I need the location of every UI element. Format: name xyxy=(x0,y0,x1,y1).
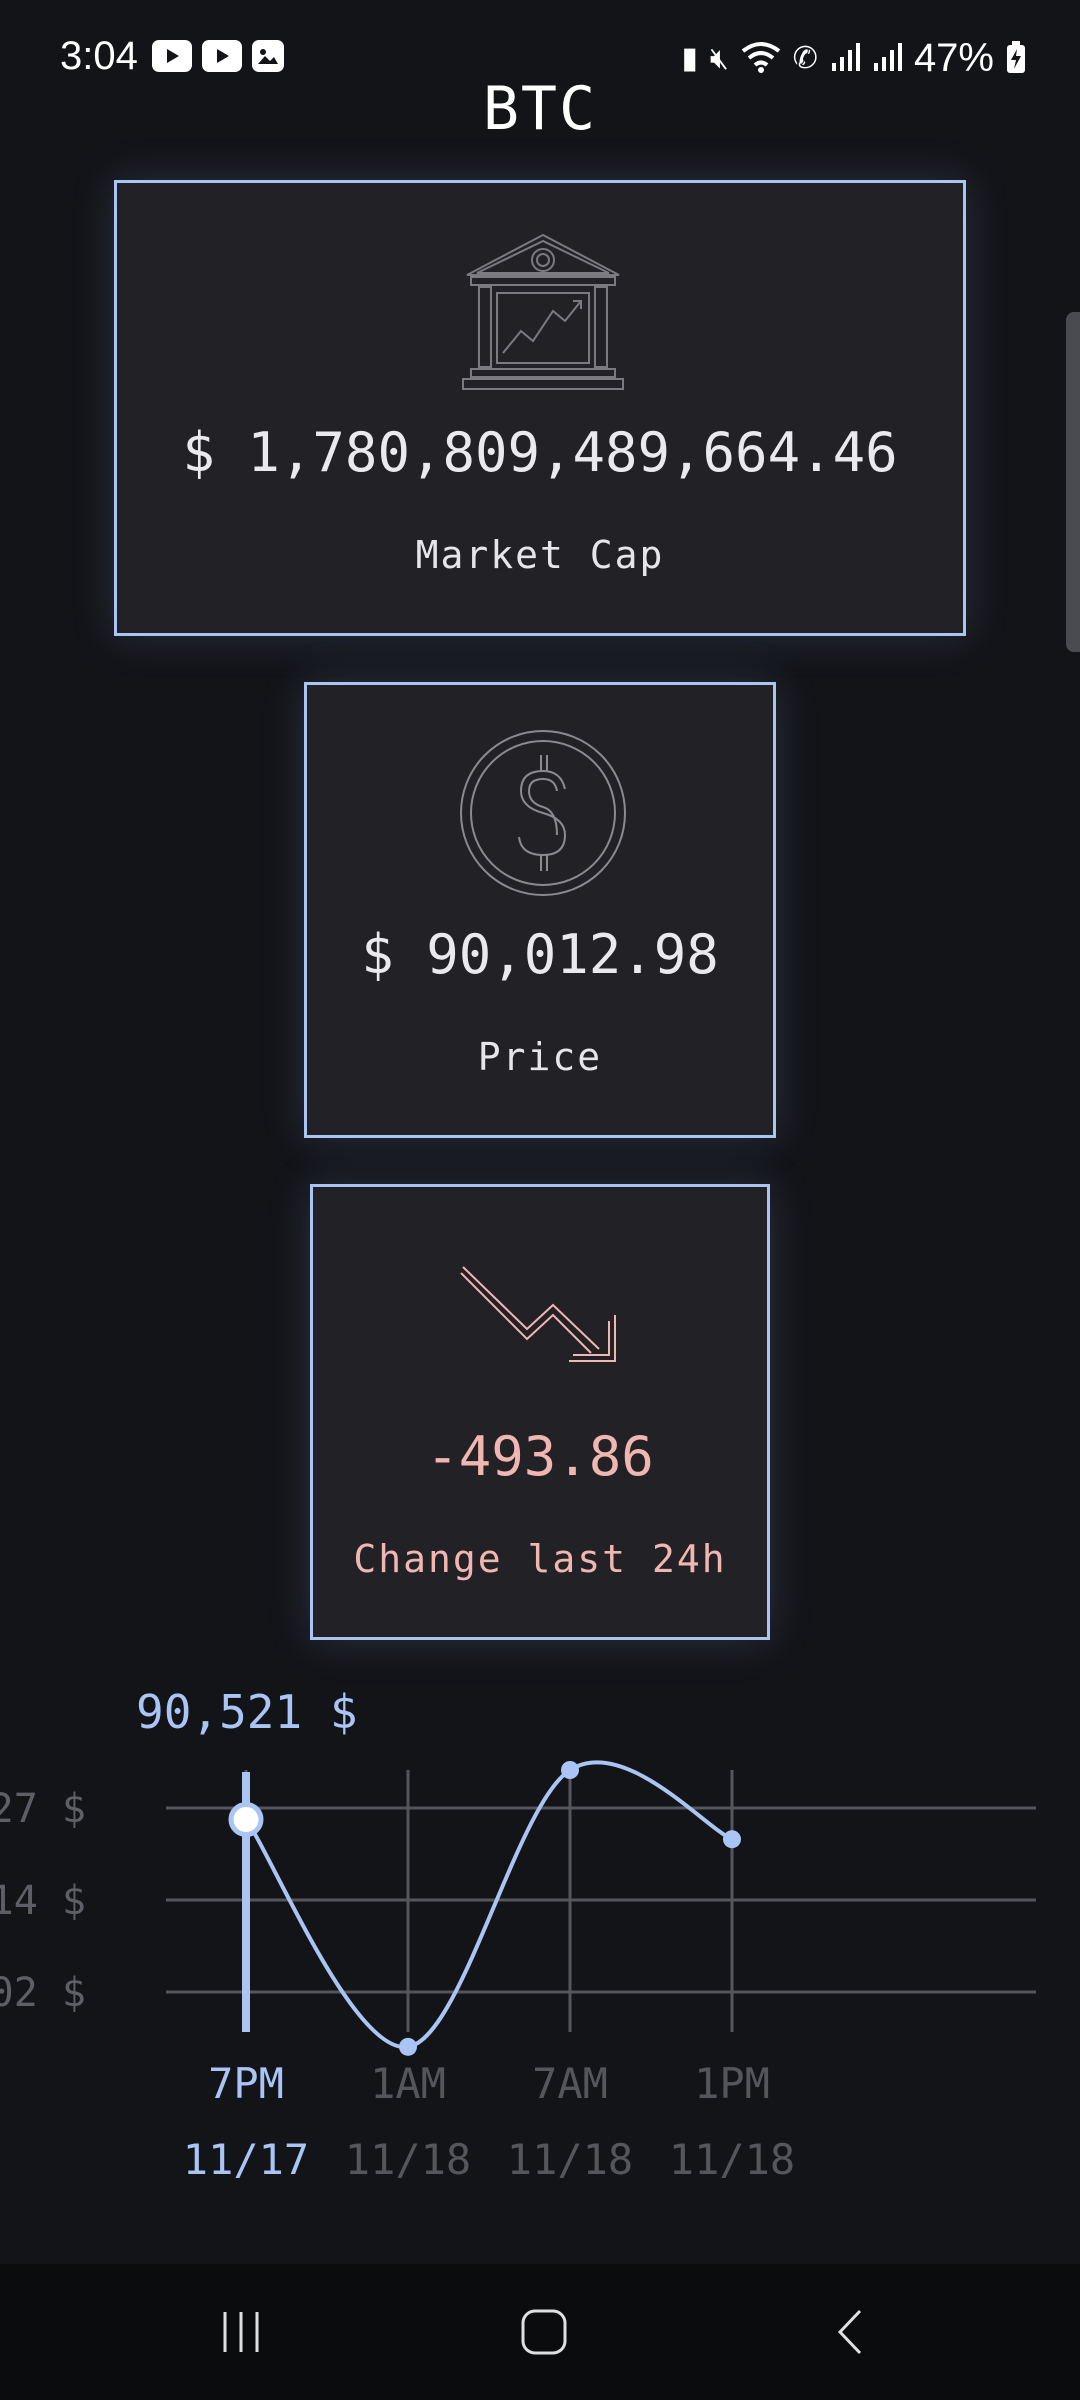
change-label: Change last 24h xyxy=(353,1537,727,1581)
navigation-bar xyxy=(0,2264,1080,2400)
x-tick-date: 11/17 xyxy=(183,2135,309,2184)
x-tick-time: 1AM xyxy=(370,2059,446,2108)
dollar-coin-icon xyxy=(460,730,626,896)
wifi-icon xyxy=(741,41,781,77)
x-tick-date: 11/18 xyxy=(507,2135,633,2184)
x-tick-time: 7PM xyxy=(208,2059,284,2108)
price-line-chart[interactable]: 627 $ 214 $ 802 $ 90,521 $ 7PM 11/17 1AM 11/18 7… xyxy=(0,1680,1080,2240)
change-card[interactable]: -493.86 Change last 24h xyxy=(310,1184,770,1640)
gallery-icon xyxy=(252,40,284,72)
status-time: 3:04 xyxy=(60,34,138,78)
change-value: -493.86 xyxy=(426,1425,654,1488)
selected-value-label: 90,521 $ xyxy=(136,1685,358,1739)
x-tick-time: 7AM xyxy=(532,2059,608,2108)
market-cap-label: Market Cap xyxy=(415,533,665,577)
wifi-call-icon: ✆ xyxy=(792,40,818,76)
y-tick-label: 627 $ xyxy=(0,1786,86,1832)
notification-icons xyxy=(152,40,284,72)
price-chart[interactable]: 627 $ 214 $ 802 $ 90,521 $ 7PM 11/17 1AM 11/18 7… xyxy=(0,1680,1080,2240)
bank-chart-icon xyxy=(462,233,624,390)
home-icon xyxy=(521,2309,567,2355)
recents-icon xyxy=(223,2312,259,2352)
youtube-icon xyxy=(202,40,242,72)
data-point xyxy=(399,2037,417,2056)
data-point xyxy=(723,1830,741,1849)
x-tick-time: 1PM xyxy=(694,2059,770,2108)
price-label: Price xyxy=(477,1035,603,1079)
selected-data-point xyxy=(228,1802,264,1838)
y-tick-label: 802 $ xyxy=(0,1970,86,2016)
back-icon xyxy=(837,2309,862,2355)
market-cap-value: $ 1,780,809,489,664.46 xyxy=(182,421,898,484)
scrollbar[interactable] xyxy=(1066,312,1080,652)
charging-battery-icon xyxy=(1006,40,1026,77)
data-point xyxy=(561,1761,579,1779)
back-button[interactable] xyxy=(750,2264,950,2400)
y-tick-label: 214 $ xyxy=(0,1878,86,1924)
youtube-icon xyxy=(152,40,192,72)
signal-icon xyxy=(830,41,860,77)
signal-icon xyxy=(872,41,902,77)
home-button[interactable] xyxy=(444,2264,644,2400)
page-title: BTC xyxy=(482,74,598,144)
trend-down-icon xyxy=(460,1266,616,1362)
price-card[interactable]: $ 90,012.98 Price xyxy=(304,682,776,1138)
battery-saver-icon: ▮ xyxy=(681,40,698,76)
market-cap-card[interactable]: $ 1,780,809,489,664.46 Market Cap xyxy=(114,180,966,636)
x-tick-date: 11/18 xyxy=(345,2135,471,2184)
x-tick-date: 11/18 xyxy=(669,2135,795,2184)
price-line xyxy=(244,1760,733,2049)
price-value: $ 90,012.98 xyxy=(361,923,719,986)
mute-icon: 🔇︎ xyxy=(709,40,729,76)
recents-button[interactable] xyxy=(142,2264,342,2400)
